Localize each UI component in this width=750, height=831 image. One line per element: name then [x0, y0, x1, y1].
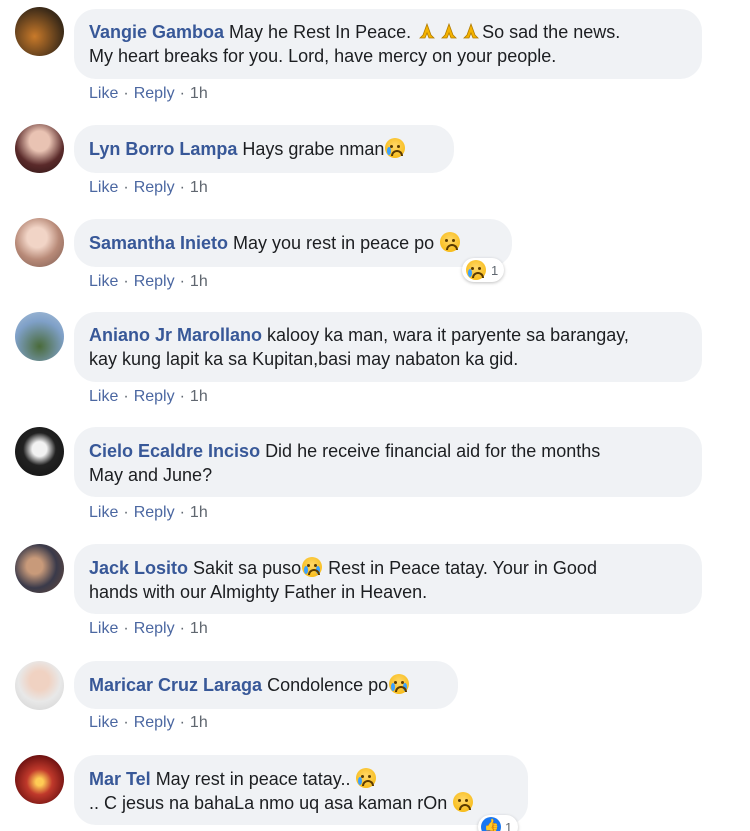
avatar[interactable] [15, 312, 64, 361]
comment-actions: Like · Reply · 1h [89, 388, 208, 406]
timestamp[interactable]: 1h [190, 179, 208, 197]
separator: · [179, 714, 185, 731]
loudly-crying-face-icon [302, 557, 323, 577]
comment-bubble: Maricar Cruz Laraga Condolence po [74, 661, 458, 709]
like-reaction-icon [481, 817, 501, 831]
comment-bubble: Jack Losito Sakit sa puso Rest in Peace t… [74, 544, 702, 614]
reaction-badge[interactable]: 1 [478, 815, 519, 831]
separator: · [123, 179, 129, 196]
comment-text: kay kung lapit ka sa Kupitan,basi may na… [89, 349, 519, 369]
comment-bubble: Vangie Gamboa May he Rest In Peace. So sa… [74, 9, 702, 79]
comment-actions: Like · Reply · 1h [89, 504, 208, 522]
comment-text: Rest in Peace tatay. Your in Good [323, 558, 597, 578]
comment-actions: Like · Reply · 1h [89, 620, 208, 638]
comment-author[interactable]: Vangie Gamboa [89, 22, 224, 42]
reply-link[interactable]: Reply [134, 179, 175, 197]
like-link[interactable]: Like [89, 85, 118, 103]
reply-link[interactable]: Reply [134, 85, 175, 103]
comment-text: Did he receive financial aid for the mon… [265, 441, 601, 461]
like-link[interactable]: Like [89, 714, 118, 732]
separator: · [179, 273, 185, 290]
comment-bubble: Cielo Ecaldre Inciso Did he receive finan… [74, 427, 702, 497]
comment-text: May he Rest In Peace. [229, 22, 417, 42]
avatar[interactable] [15, 755, 64, 804]
comment-text: .. C jesus na bahaLa nmo uq asa kaman rO… [89, 793, 453, 813]
comment-actions: Like · Reply · 1h [89, 273, 208, 291]
like-link[interactable]: Like [89, 179, 118, 197]
comment-text: Condolence po [267, 675, 389, 695]
reaction-badge[interactable]: 1 [462, 258, 505, 282]
separator: · [123, 620, 129, 637]
loudly-crying-face-icon [389, 674, 410, 694]
comment-text: May and June? [89, 465, 213, 485]
comment-actions: Like · Reply · 1h [89, 714, 208, 732]
comment-bubble: Samantha Inieto May you rest in peace po [74, 219, 512, 267]
sad-face-icon [453, 792, 474, 812]
separator: · [123, 714, 129, 731]
timestamp[interactable]: 1h [190, 388, 208, 406]
like-link[interactable]: Like [89, 504, 118, 522]
comment-author[interactable]: Cielo Ecaldre Inciso [89, 441, 260, 461]
separator: · [123, 504, 129, 521]
timestamp[interactable]: 1h [190, 504, 208, 522]
comment-text: May you rest in peace po [233, 233, 440, 253]
avatar[interactable] [15, 7, 64, 56]
reaction-count: 1 [491, 262, 499, 278]
separator: · [179, 388, 185, 405]
reaction-count: 1 [505, 819, 513, 831]
comment-bubble: Aniano Jr Marollano kalooy ka man, wara i… [74, 312, 702, 382]
comment-author[interactable]: Lyn Borro Lampa [89, 139, 237, 159]
comment-text: So sad the news. [482, 22, 621, 42]
separator: · [123, 388, 129, 405]
timestamp[interactable]: 1h [190, 85, 208, 103]
comment-text: My heart breaks for you. Lord, have merc… [89, 46, 557, 66]
timestamp[interactable]: 1h [190, 714, 208, 732]
separator: · [123, 85, 129, 102]
timestamp[interactable]: 1h [190, 273, 208, 291]
comment-author[interactable]: Maricar Cruz Laraga [89, 675, 262, 695]
reply-link[interactable]: Reply [134, 714, 175, 732]
comment-text: Sakit sa puso [193, 558, 302, 578]
reply-link[interactable]: Reply [134, 620, 175, 638]
crying-face-icon [356, 768, 377, 788]
avatar[interactable] [15, 661, 64, 710]
separator: · [179, 85, 185, 102]
avatar[interactable] [15, 544, 64, 593]
comment-author[interactable]: Aniano Jr Marollano [89, 325, 262, 345]
sad-face-icon [440, 232, 461, 252]
comment-bubble: Lyn Borro Lampa Hays grabe nman [74, 125, 454, 173]
like-link[interactable]: Like [89, 388, 118, 406]
comment-text: hands with our Almighty Father in Heaven… [89, 582, 428, 602]
like-link[interactable]: Like [89, 620, 118, 638]
reply-link[interactable]: Reply [134, 388, 175, 406]
separator: · [179, 179, 185, 196]
like-link[interactable]: Like [89, 273, 118, 291]
separator: · [123, 273, 129, 290]
crying-face-icon [385, 138, 406, 158]
avatar[interactable] [15, 427, 64, 476]
comment-actions: Like · Reply · 1h [89, 85, 208, 103]
avatar[interactable] [15, 218, 64, 267]
praying-hands-icon [463, 22, 480, 39]
timestamp[interactable]: 1h [190, 620, 208, 638]
avatar[interactable] [15, 124, 64, 173]
reply-link[interactable]: Reply [134, 273, 175, 291]
praying-hands-icon [441, 22, 458, 39]
comment-author[interactable]: Jack Losito [89, 558, 188, 578]
comment-actions: Like · Reply · 1h [89, 179, 208, 197]
comment-text: Hays grabe nman [242, 139, 385, 159]
comment-author[interactable]: Mar Tel [89, 769, 151, 789]
reply-link[interactable]: Reply [134, 504, 175, 522]
comment-text: May rest in peace tatay.. [155, 769, 356, 789]
comment-author[interactable]: Samantha Inieto [89, 233, 228, 253]
crying-face-icon [466, 260, 486, 280]
comment-bubble: Mar Tel May rest in peace tatay.. .. C je… [74, 755, 528, 825]
praying-hands-icon [419, 22, 436, 39]
separator: · [179, 620, 185, 637]
comment-text: kalooy ka man, wara it paryente sa baran… [267, 325, 629, 345]
separator: · [179, 504, 185, 521]
